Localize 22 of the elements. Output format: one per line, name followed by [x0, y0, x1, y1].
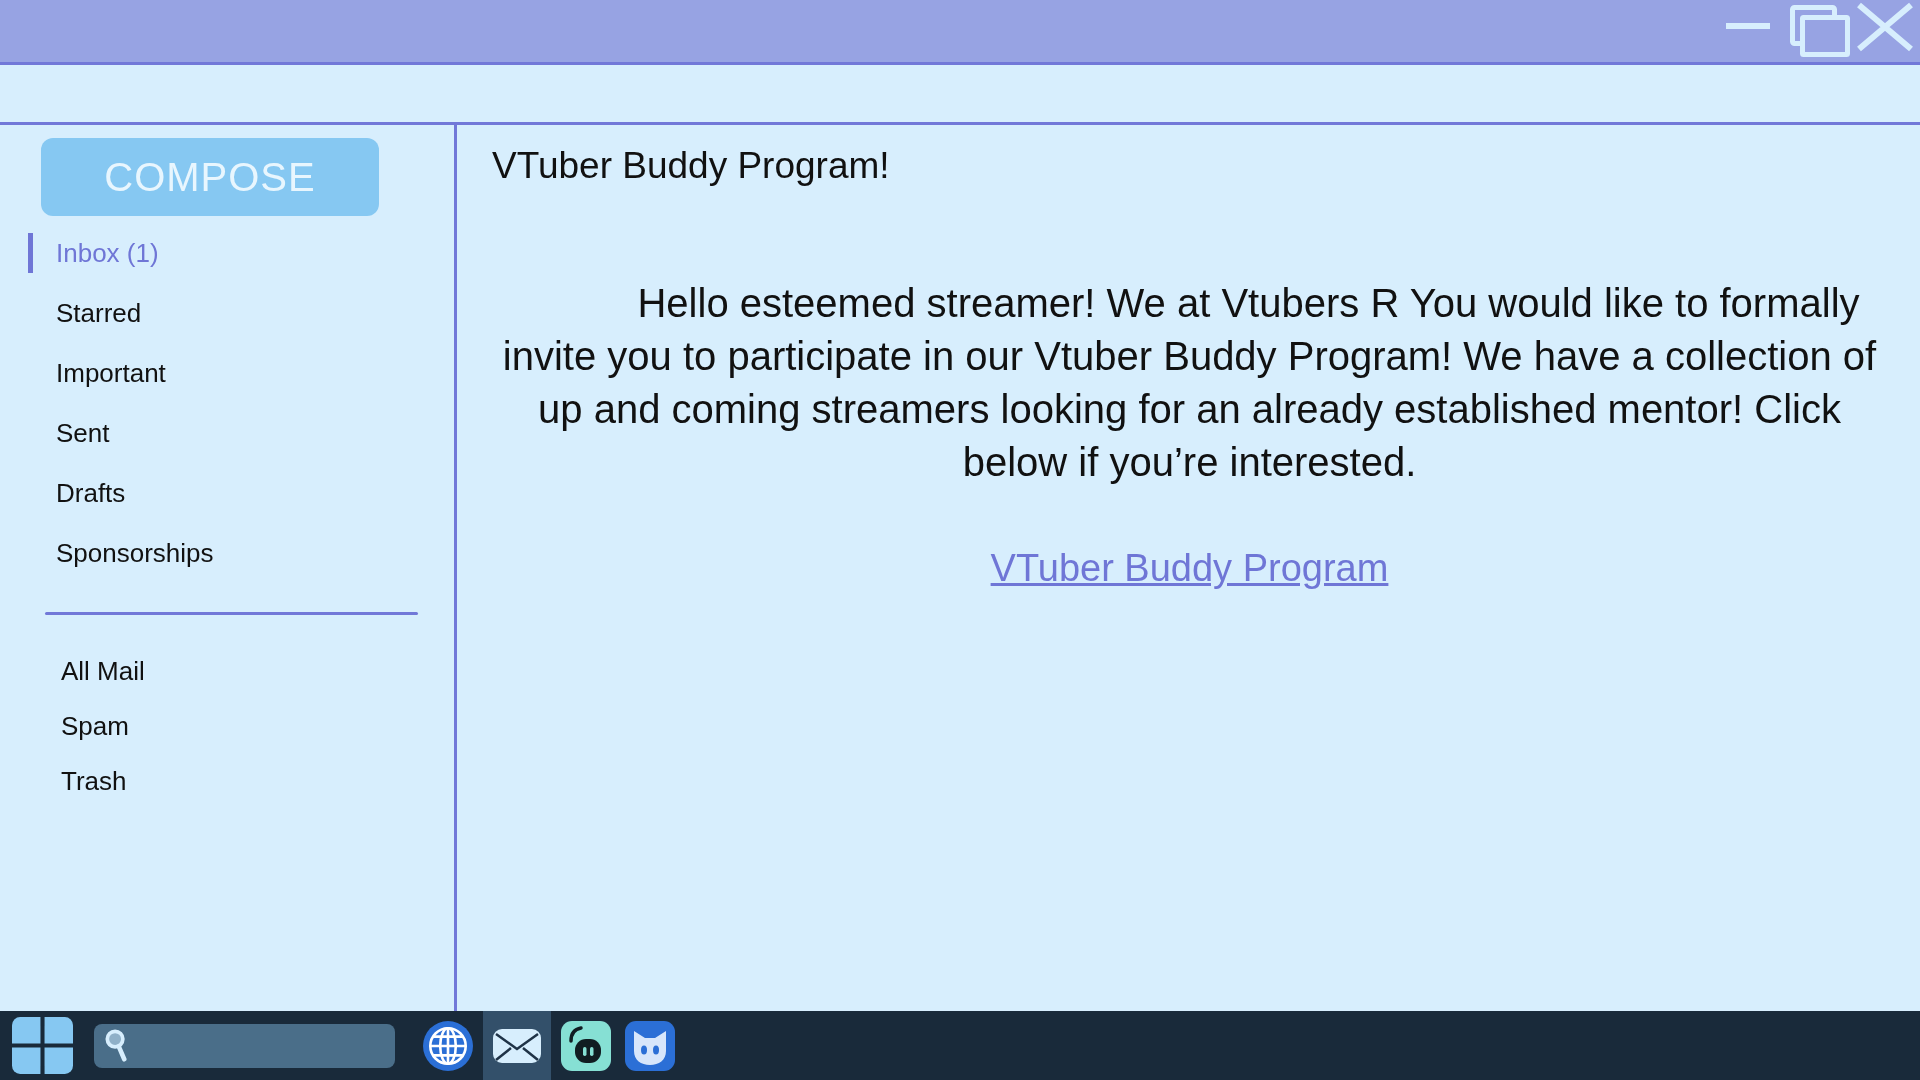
sidebar-item[interactable]: Sponsorships: [28, 533, 214, 573]
close-icon: [1856, 2, 1914, 52]
minimize-icon: [1726, 23, 1770, 29]
message-body: Hello esteemed streamer! We at Vtubers R You would like to formally invite you to participate in our Vtuber Buddy Program! We have a collection of up and coming streamers looking for an already established mentor! Click below if you’re interested.: [501, 280, 1878, 486]
sidebar-item[interactable]: Drafts: [28, 473, 126, 513]
cat-face-icon: [625, 1020, 675, 1071]
mail-icon: [493, 1028, 541, 1063]
sidebar-item[interactable]: Spam: [33, 706, 129, 746]
sidebar-item[interactable]: Starred: [28, 293, 142, 333]
search-icon: [105, 1029, 127, 1062]
search-field[interactable]: [94, 1023, 395, 1068]
sidebar-item[interactable]: Trash: [33, 761, 127, 801]
sidebar-item[interactable]: Sent: [28, 413, 110, 453]
sidebar-item[interactable]: All Mail: [33, 651, 145, 691]
four-squares-icon: [12, 1017, 73, 1074]
start-button[interactable]: [12, 1017, 73, 1074]
creature-icon: [561, 1020, 611, 1071]
taskbar-button[interactable]: [483, 1011, 551, 1080]
restore-icon: [1790, 5, 1850, 57]
sidebar-item[interactable]: Important: [28, 353, 166, 393]
globe-icon: [423, 1020, 473, 1071]
message-subject: VTuber Buddy Program!: [492, 144, 891, 188]
